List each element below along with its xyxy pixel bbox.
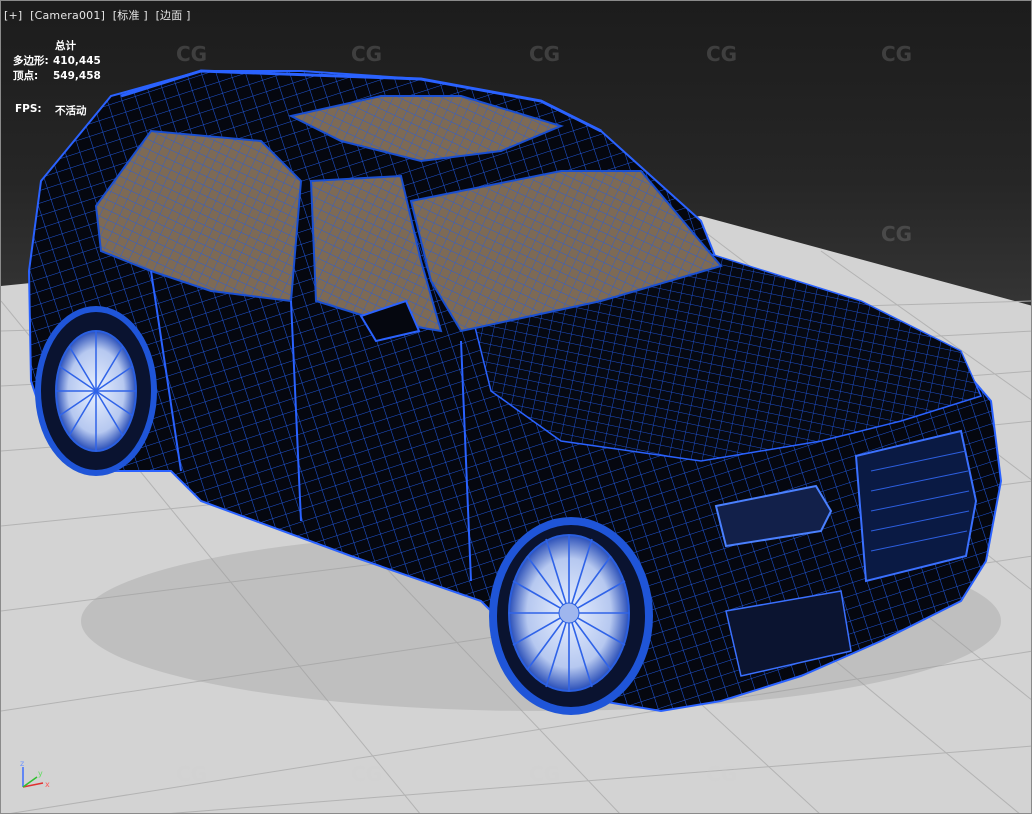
viewport-shading-menu[interactable]: [标准 ] — [113, 9, 148, 22]
svg-text:CG: CG — [529, 42, 560, 66]
viewport-point-of-view-menu[interactable]: [Camera001] — [30, 9, 105, 22]
svg-text:CG: CG — [706, 762, 737, 786]
svg-text:CG: CG — [706, 42, 737, 66]
viewport-general-menu[interactable]: [+] — [4, 9, 22, 22]
viewport-display-mode-menu[interactable]: [边面 ] — [156, 9, 191, 22]
viewport-label-menu[interactable]: [+] [Camera001] [标准 ] [边面 ] — [4, 7, 195, 23]
polygons-value: 410,445 — [53, 55, 101, 67]
svg-text:CG: CG — [176, 762, 207, 786]
axis-gizmo-icon: z x y — [20, 759, 50, 789]
gizmo-z-label: z — [20, 759, 24, 768]
svg-text:CG: CG — [881, 222, 912, 246]
svg-text:CG: CG — [881, 42, 912, 66]
vertices-value: 549,458 — [53, 70, 101, 82]
svg-text:CG: CG — [351, 42, 382, 66]
stats-header: 总计 — [55, 40, 76, 52]
3d-viewport[interactable]: CGCGCGCGCG CGCGCG CGCGCGCG — [0, 0, 1032, 814]
fps-readout: FPS: 不活动 — [15, 103, 87, 118]
svg-text:CG: CG — [351, 762, 382, 786]
rear-wheel — [35, 306, 157, 476]
gizmo-y-label: y — [38, 769, 43, 778]
polygons-label: 多边形: — [13, 55, 49, 67]
gizmo-x-label: x — [45, 780, 50, 789]
svg-text:CG: CG — [176, 42, 207, 66]
fps-label: FPS: — [15, 103, 42, 115]
scene-statistics: 总计 多边形: 410,445 顶点: 549,458 — [13, 39, 113, 84]
scene-render[interactable]: CGCGCGCGCG CGCGCG CGCGCGCG — [1, 1, 1032, 814]
fps-value: 不活动 — [55, 105, 87, 117]
vertices-label: 顶点: — [13, 70, 39, 82]
front-wheel — [489, 517, 653, 715]
car-wireframe-model — [27, 69, 1003, 715]
svg-text:CG: CG — [529, 762, 560, 786]
